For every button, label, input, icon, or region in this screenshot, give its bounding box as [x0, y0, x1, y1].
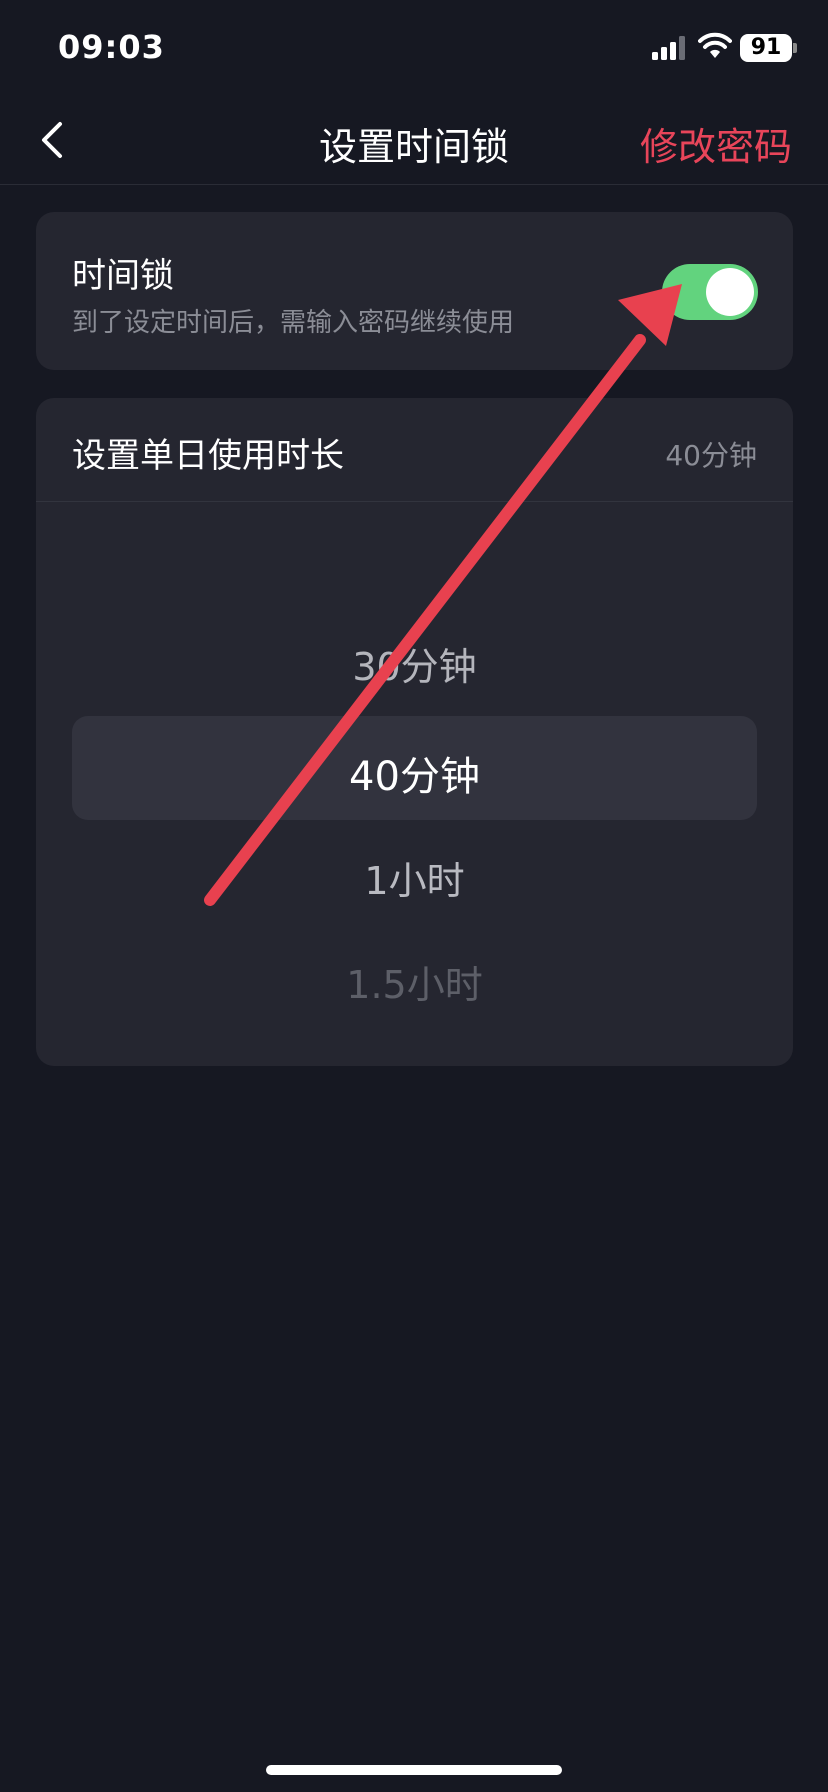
picker-option[interactable]: 1.5小时 — [36, 954, 793, 1009]
daily-duration-card: 设置单日使用时长 40分钟 30分钟 40分钟 1小时 1.5小时 — [36, 398, 793, 1066]
status-bar: 09:03 91 — [0, 0, 828, 100]
daily-duration-value: 40分钟 — [665, 439, 757, 472]
toggle-knob — [706, 268, 754, 316]
time-lock-description: 到了设定时间后，需输入密码继续使用 — [72, 308, 515, 338]
duration-divider — [36, 501, 793, 502]
status-time: 09:03 — [58, 28, 165, 66]
time-lock-title: 时间锁 — [72, 256, 174, 296]
battery-icon: 91 — [740, 34, 792, 62]
battery-tip — [793, 43, 797, 53]
time-lock-card: 时间锁 到了设定时间后，需输入密码继续使用 — [36, 212, 793, 370]
time-lock-toggle[interactable] — [662, 264, 758, 320]
change-password-button[interactable]: 修改密码 — [640, 116, 792, 171]
nav-bar: 设置时间锁 修改密码 — [0, 100, 828, 184]
signal-icon — [652, 36, 685, 60]
wifi-icon — [698, 32, 732, 58]
screen: 09:03 91 设置时间锁 修改密码 时间锁 到了设定时间后，需输入密码继续使… — [0, 0, 828, 1792]
daily-duration-title: 设置单日使用时长 — [72, 436, 344, 476]
picker-option-selected[interactable]: 40分钟 — [36, 744, 793, 802]
home-indicator[interactable] — [266, 1765, 562, 1775]
nav-divider — [0, 184, 828, 185]
picker-option[interactable]: 1小时 — [36, 850, 793, 905]
picker-option[interactable]: 30分钟 — [36, 636, 793, 691]
